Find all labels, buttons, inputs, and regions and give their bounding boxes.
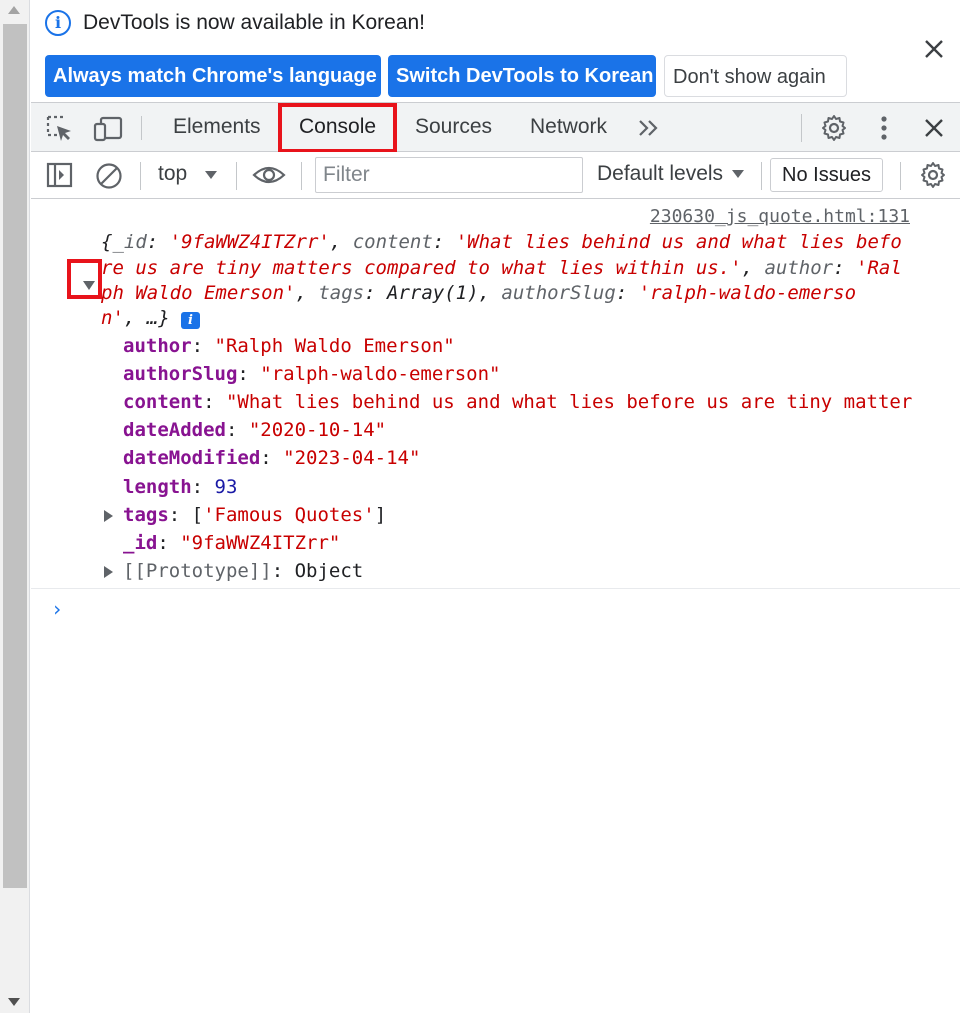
tab-sources[interactable]: Sources (415, 103, 492, 151)
scroll-up-arrow-icon[interactable] (8, 6, 20, 14)
console-toolbar: top Default levels No Issues (31, 152, 960, 199)
infobar-message: DevTools is now available in Korean! (83, 11, 426, 34)
clear-console-icon[interactable] (94, 161, 124, 191)
collapsed-triangle-icon[interactable] (104, 510, 113, 522)
toolbar-divider (301, 162, 302, 190)
property-dateadded: dateAdded: "2020-10-14" (123, 419, 387, 441)
object-summary-line-4[interactable]: n', …} (101, 307, 170, 329)
console-prompt-chevron-icon[interactable]: › (51, 597, 63, 621)
vertical-scrollbar[interactable] (0, 0, 30, 1013)
property-authorslug: authorSlug: "ralph-waldo-emerson" (123, 363, 501, 385)
object-summary-line-1[interactable]: {_id: '9faWWZ4ITZrr', content: 'What lie… (101, 231, 902, 253)
scrollbar-thumb[interactable] (3, 24, 27, 888)
console-settings-gear-icon[interactable] (919, 161, 947, 189)
close-devtools-icon[interactable] (921, 115, 947, 141)
toolbar-divider (141, 116, 142, 140)
log-levels-dropdown[interactable]: Default levels (597, 162, 745, 186)
property-datemodified: dateModified: "2023-04-14" (123, 447, 421, 469)
expand-toggle-highlight[interactable] (67, 259, 102, 299)
always-match-language-button[interactable]: Always match Chrome's language (45, 55, 381, 97)
issues-button[interactable]: No Issues (770, 158, 883, 192)
toolbar-divider (236, 162, 237, 190)
expanded-triangle-icon[interactable] (83, 281, 95, 290)
info-badge-icon[interactable]: i (181, 312, 200, 329)
log-levels-label: Default levels (597, 162, 724, 185)
inspect-element-icon[interactable] (46, 115, 74, 143)
property-tags[interactable]: tags: ['Famous Quotes'] (123, 504, 386, 526)
chevron-down-icon (731, 170, 744, 178)
dont-show-again-button[interactable]: Don't show again (664, 55, 847, 97)
tab-network[interactable]: Network (530, 103, 607, 151)
filter-input[interactable] (315, 157, 583, 193)
toolbar-divider (140, 162, 141, 190)
switch-to-korean-button[interactable]: Switch DevTools to Korean (388, 55, 656, 97)
object-summary-line-3[interactable]: ph Waldo Emerson', tags: Array(1), autho… (101, 282, 856, 304)
property-content: content: "What lies behind us and what l… (123, 391, 913, 413)
toolbar-divider (761, 162, 762, 190)
property-prototype[interactable]: [[Prototype]]: Object (123, 560, 363, 582)
more-options-kebab-icon[interactable] (872, 114, 896, 142)
devtools-main-toolbar: Elements Console Sources Network (31, 102, 960, 153)
live-expression-eye-icon[interactable] (252, 164, 286, 186)
info-icon: i (45, 10, 71, 36)
console-log-entry: 230630_js_quote.html:131 {_id: '9faWWZ4I… (31, 199, 960, 589)
device-toolbar-icon[interactable] (93, 115, 123, 143)
source-link[interactable]: 230630_js_quote.html:131 (650, 206, 910, 227)
toolbar-divider (801, 114, 802, 142)
tab-console[interactable]: Console (278, 103, 398, 153)
tab-elements[interactable]: Elements (173, 103, 261, 151)
console-panel: 230630_js_quote.html:131 {_id: '9faWWZ4I… (31, 199, 960, 1013)
context-selector[interactable]: top (158, 162, 187, 186)
object-summary-line-2[interactable]: re us are tiny matters compared to what … (101, 257, 902, 279)
collapsed-triangle-icon[interactable] (104, 566, 113, 578)
more-tabs-chevron-icon[interactable] (637, 118, 661, 138)
close-infobar-icon[interactable] (921, 36, 947, 62)
language-infobar: i DevTools is now available in Korean! A… (31, 0, 960, 102)
toolbar-divider (900, 162, 901, 190)
settings-gear-icon[interactable] (820, 114, 848, 142)
property-author: author: "Ralph Waldo Emerson" (123, 335, 455, 357)
property-length: length: 93 (123, 476, 238, 498)
show-sidebar-icon[interactable] (45, 161, 75, 189)
scroll-down-arrow-icon[interactable] (8, 998, 20, 1006)
property-id: _id: "9faWWZ4ITZrr" (123, 532, 341, 554)
chevron-down-icon[interactable] (204, 169, 218, 181)
